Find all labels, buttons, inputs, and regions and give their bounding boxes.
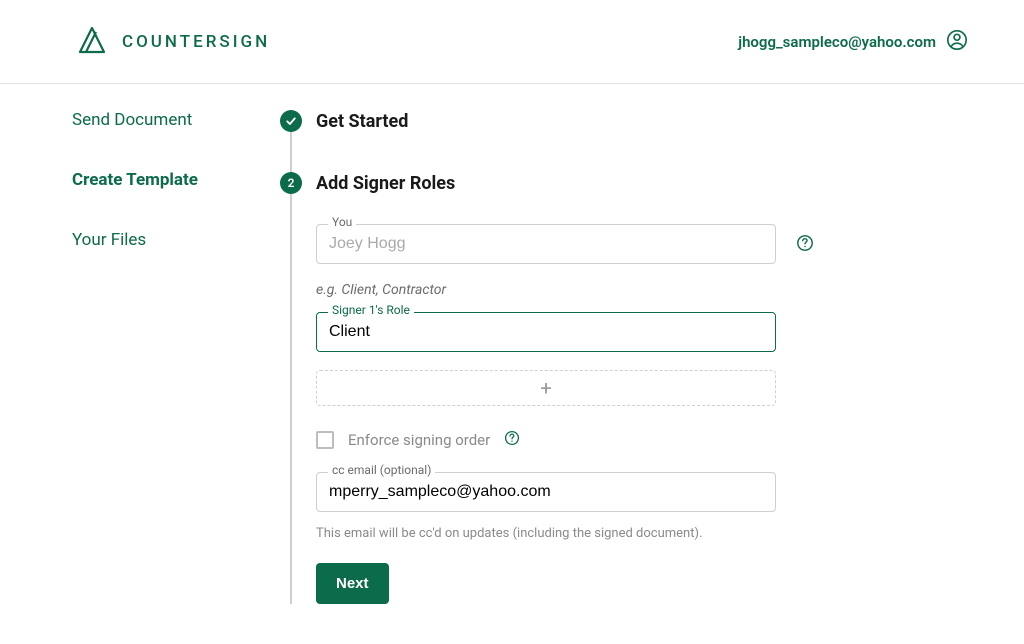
app-header: COUNTERSIGN jhogg_sampleco@yahoo.com [0,0,1024,84]
enforce-order-row: Enforce signing order [316,430,968,450]
enforce-order-checkbox[interactable] [316,431,334,449]
help-icon[interactable] [796,234,814,252]
main-panel: Get Started 2 Add Signer Roles You [260,110,1024,644]
step-body: You e.g. Client, Contractor Signer [316,224,968,604]
header-user[interactable]: jhogg_sampleco@yahoo.com [738,29,968,55]
step-get-started: Get Started [280,110,968,132]
plus-icon: + [540,376,551,400]
you-name-input [316,224,776,264]
step-title: Get Started [316,111,408,132]
user-email: jhogg_sampleco@yahoo.com [738,33,936,51]
role-hint: e.g. Client, Contractor [316,282,968,298]
signer1-role-row: Signer 1's Role [316,312,968,352]
you-field-row: You [316,224,968,264]
step-title: Add Signer Roles [316,173,455,194]
check-icon [280,110,302,132]
sidebar-item-your-files[interactable]: Your Files [72,230,260,250]
account-icon [946,29,968,55]
content-area: Send Document Create Template Your Files… [0,84,1024,644]
cc-email-row: cc email (optional) [316,472,968,512]
help-icon[interactable] [504,430,520,450]
step-list: Get Started 2 Add Signer Roles You [260,110,968,604]
add-role-button[interactable]: + [316,370,776,406]
step-add-signer-roles: 2 Add Signer Roles You [280,172,968,604]
step-number-badge: 2 [280,172,302,194]
logo-icon [72,20,112,64]
field-label: Signer 1's Role [328,303,414,317]
next-button[interactable]: Next [316,563,389,604]
brand-name: COUNTERSIGN [122,32,270,52]
checkbox-label: Enforce signing order [348,431,490,449]
brand-logo[interactable]: COUNTERSIGN [72,20,270,64]
cc-caption: This email will be cc'd on updates (incl… [316,526,968,541]
field-label: You [328,215,356,229]
sidebar-item-create-template[interactable]: Create Template [72,170,260,190]
sidebar-nav: Send Document Create Template Your Files [0,110,260,644]
field-label: cc email (optional) [328,463,435,477]
cc-email-input[interactable] [316,472,776,512]
sidebar-item-send-document[interactable]: Send Document [72,110,260,130]
signer1-role-input[interactable] [316,312,776,352]
